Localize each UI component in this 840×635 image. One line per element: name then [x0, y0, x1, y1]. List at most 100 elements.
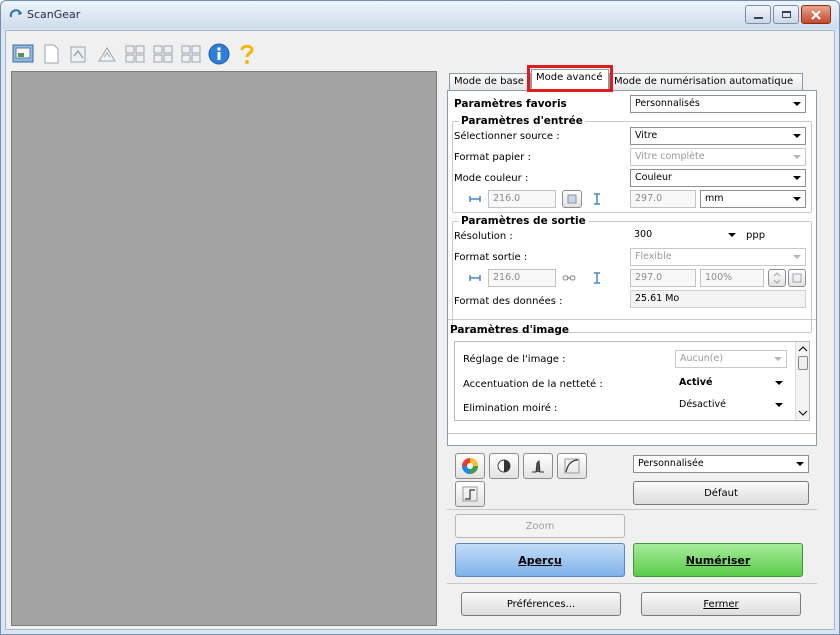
- scangear-app-icon: [9, 9, 22, 18]
- output-height-field: 297.0: [630, 269, 696, 287]
- sharpen-select[interactable]: Activé: [675, 375, 787, 393]
- thumbnail-grid-icon: [125, 45, 145, 63]
- scan-button-label: Numériser: [685, 553, 751, 567]
- final-review-button[interactable]: [455, 481, 485, 507]
- link-ratio-icon: [562, 275, 576, 281]
- window-title: ScanGear: [27, 8, 81, 21]
- close-window-button[interactable]: [801, 5, 831, 24]
- preview-button[interactable]: Aperçu: [455, 543, 625, 577]
- scan-all-button[interactable]: [11, 42, 35, 66]
- tab-advanced-mode[interactable]: Mode avancé: [531, 69, 609, 91]
- default-button[interactable]: Défaut: [633, 481, 809, 505]
- scangear-window: ScanGear Mode de base Mode avancé Mode d…: [0, 0, 840, 635]
- information-button[interactable]: [207, 42, 231, 66]
- sharpen-value: Activé: [679, 377, 713, 388]
- source-select[interactable]: Vitre: [630, 127, 806, 145]
- auto-crop-button[interactable]: [179, 42, 203, 66]
- input-settings-title: Paramètres d'entrée: [459, 115, 585, 127]
- histogram-button[interactable]: [523, 453, 553, 479]
- preview-area[interactable]: [11, 71, 437, 626]
- select-all-icon: [153, 45, 173, 63]
- page-icon: [44, 44, 59, 64]
- data-size-label: Format des données :: [454, 295, 563, 307]
- maximize-button[interactable]: [773, 5, 799, 24]
- settings-panel: Mode de base Mode avancé Mode de numéris…: [447, 65, 817, 625]
- color-mode-label: Mode couleur :: [454, 172, 529, 184]
- chevron-down-icon: [774, 357, 782, 361]
- image-adjust-label: Réglage de l'image :: [463, 353, 566, 365]
- source-label: Sélectionner source :: [454, 130, 560, 142]
- fit-icon: [792, 273, 802, 283]
- height-icon: [594, 272, 600, 284]
- chevron-down-icon: [775, 381, 783, 385]
- divider: [448, 319, 816, 320]
- chevron-down-icon: [793, 155, 801, 159]
- resolution-select[interactable]: 300: [630, 227, 740, 245]
- close-button-label: Fermer: [703, 598, 739, 610]
- blank-page-button[interactable]: [39, 42, 63, 66]
- output-size-value: Flexible: [635, 251, 672, 262]
- select-all-button[interactable]: [151, 42, 175, 66]
- moire-value: Désactivé: [679, 399, 726, 410]
- paper-size-label: Format papier :: [454, 151, 531, 163]
- scan-button[interactable]: Numériser: [633, 543, 803, 577]
- resolution-unit: ppp: [746, 230, 766, 241]
- output-size-select: Flexible: [630, 248, 806, 266]
- help-button[interactable]: [235, 42, 259, 66]
- crop-icon: [70, 46, 86, 63]
- tab-auto-scan-mode[interactable]: Mode de numérisation automatique: [609, 73, 803, 91]
- chevron-down-icon: [775, 403, 783, 407]
- scroll-up-icon: [798, 346, 808, 352]
- stepper-icon: [773, 272, 781, 284]
- minimize-button[interactable]: [745, 5, 771, 24]
- input-width-field[interactable]: 216.0: [488, 190, 556, 208]
- image-settings-scrollbar[interactable]: [795, 342, 809, 420]
- output-size-label: Format sortie :: [454, 251, 528, 263]
- advanced-mode-page: Paramètres favoris Personnalisés Paramèt…: [447, 90, 817, 446]
- maximize-icon: [781, 11, 791, 18]
- swap-orientation-button[interactable]: [562, 190, 582, 208]
- resolution-value: 300: [634, 229, 653, 240]
- tab-basic-mode[interactable]: Mode de base: [449, 73, 531, 91]
- favorites-row: Paramètres favoris: [454, 95, 567, 113]
- histogram-icon: [532, 459, 544, 473]
- chevron-down-icon: [728, 233, 736, 237]
- color-wheel-icon: [462, 458, 478, 474]
- chevron-down-icon: [793, 255, 801, 259]
- zoom-button[interactable]: Zoom: [455, 514, 625, 538]
- color-mode-value: Couleur: [635, 172, 672, 183]
- image-adjust-select: Aucun(e): [675, 350, 787, 368]
- paper-size-value: Vitre complète: [635, 151, 705, 162]
- source-value: Vitre: [635, 130, 658, 141]
- chevron-down-icon: [793, 197, 801, 201]
- tone-preset-select[interactable]: Personnalisée: [633, 455, 809, 473]
- mirror-button[interactable]: [95, 42, 119, 66]
- auto-crop-icon: [181, 45, 201, 63]
- width-icon: [469, 275, 481, 281]
- tone-curve-icon: [564, 458, 580, 474]
- brightness-contrast-button[interactable]: [489, 453, 519, 479]
- favorites-select[interactable]: Personnalisés: [630, 95, 806, 113]
- color-mode-select[interactable]: Couleur: [630, 169, 806, 187]
- color-adjust-button[interactable]: [455, 453, 485, 479]
- output-settings-title: Paramètres de sortie: [459, 215, 588, 227]
- preferences-button[interactable]: Préférences...: [461, 592, 621, 616]
- favorites-label: Paramètres favoris: [454, 98, 567, 110]
- close-button[interactable]: Fermer: [641, 592, 801, 616]
- thumbnail-view-button[interactable]: [123, 42, 147, 66]
- chevron-down-icon: [793, 134, 801, 138]
- unit-select[interactable]: mm: [700, 190, 806, 208]
- rotate-icon: [567, 194, 577, 204]
- chevron-down-icon: [796, 462, 804, 466]
- crop-button[interactable]: [67, 42, 91, 66]
- tone-curve-button[interactable]: [557, 453, 587, 479]
- input-height-field[interactable]: 297.0: [630, 190, 696, 208]
- output-width-field: 216.0: [488, 269, 556, 287]
- help-question-icon: [240, 44, 254, 64]
- moire-label: Elimination moiré :: [463, 402, 558, 414]
- scan-all-icon: [12, 44, 34, 63]
- unit-value: mm: [705, 193, 724, 204]
- moire-select[interactable]: Désactivé: [675, 397, 787, 415]
- scroll-thumb[interactable]: [798, 356, 808, 370]
- mirror-icon: [98, 47, 116, 62]
